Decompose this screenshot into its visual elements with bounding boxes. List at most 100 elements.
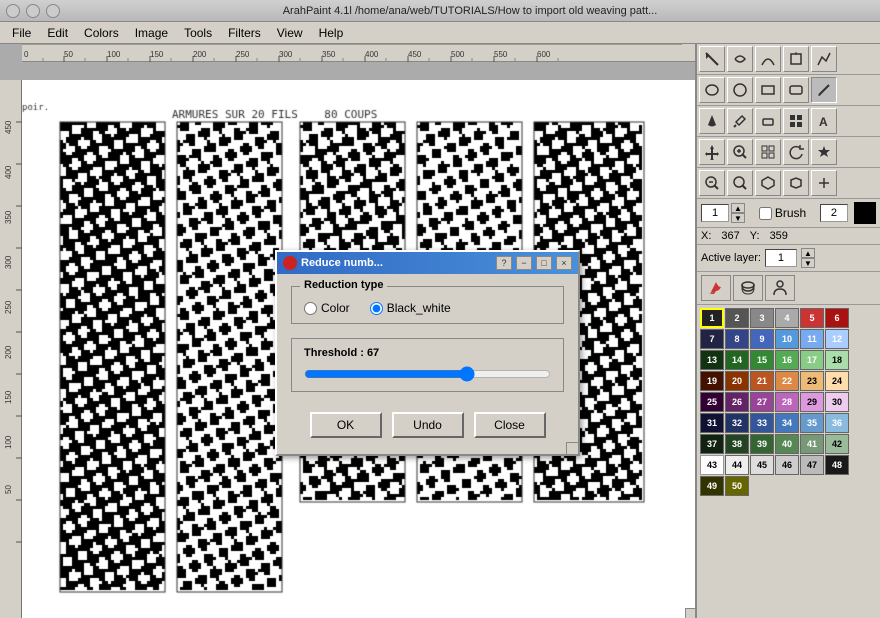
close-button[interactable]: Close: [474, 412, 546, 438]
color-cell-16[interactable]: 16: [775, 350, 799, 370]
menu-help[interactable]: Help: [311, 24, 352, 42]
color-cell-49[interactable]: 49: [700, 476, 724, 496]
color-cell-4[interactable]: 4: [775, 308, 799, 328]
color-cell-48[interactable]: 48: [825, 455, 849, 475]
color-cell-8[interactable]: 8: [725, 329, 749, 349]
color-cell-11[interactable]: 11: [800, 329, 824, 349]
color-cell-3[interactable]: 3: [750, 308, 774, 328]
black-white-radio[interactable]: [370, 302, 383, 315]
layer-paint-btn[interactable]: [701, 275, 731, 301]
color-radio[interactable]: [304, 302, 317, 315]
brush-size-input[interactable]: 1: [701, 204, 729, 222]
color-cell-33[interactable]: 33: [750, 413, 774, 433]
tool-transform[interactable]: [783, 46, 809, 72]
color-cell-17[interactable]: 17: [800, 350, 824, 370]
color-radio-option[interactable]: Color: [304, 301, 350, 315]
color-cell-43[interactable]: 43: [700, 455, 724, 475]
tool-grid[interactable]: [783, 108, 809, 134]
color-cell-29[interactable]: 29: [800, 392, 824, 412]
dialog-resize-handle[interactable]: [566, 442, 578, 454]
color-cell-37[interactable]: 37: [700, 434, 724, 454]
color-cell-14[interactable]: 14: [725, 350, 749, 370]
color-cell-5[interactable]: 5: [800, 308, 824, 328]
color-cell-2[interactable]: 2: [725, 308, 749, 328]
win-close-btn[interactable]: [6, 4, 20, 18]
threshold-slider[interactable]: [304, 365, 551, 383]
color-cell-35[interactable]: 35: [800, 413, 824, 433]
menu-file[interactable]: File: [4, 24, 39, 42]
win-max-btn[interactable]: [46, 4, 60, 18]
tool-curve[interactable]: [755, 46, 781, 72]
tool-hex[interactable]: [755, 170, 781, 196]
tool-ellipse[interactable]: [699, 77, 725, 103]
menu-tools[interactable]: Tools: [176, 24, 220, 42]
tool-fill[interactable]: [699, 108, 725, 134]
color-size-input[interactable]: 2: [820, 204, 848, 222]
menu-colors[interactable]: Colors: [76, 24, 127, 42]
tool-eraser[interactable]: [755, 108, 781, 134]
tool-rect[interactable]: [755, 77, 781, 103]
tool-extra2[interactable]: [811, 170, 837, 196]
color-cell-28[interactable]: 28: [775, 392, 799, 412]
color-cell-13[interactable]: 13: [700, 350, 724, 370]
tool-eyedrop[interactable]: [727, 108, 753, 134]
tool-rotate[interactable]: [783, 139, 809, 165]
tool-select[interactable]: [699, 46, 725, 72]
color-cell-18[interactable]: 18: [825, 350, 849, 370]
dialog-close-btn[interactable]: ×: [556, 256, 572, 270]
color-cell-6[interactable]: 6: [825, 308, 849, 328]
color-cell-40[interactable]: 40: [775, 434, 799, 454]
black-white-radio-option[interactable]: Black_white: [370, 301, 451, 315]
color-cell-47[interactable]: 47: [800, 455, 824, 475]
color-cell-19[interactable]: 19: [700, 371, 724, 391]
dialog-max-btn[interactable]: □: [536, 256, 552, 270]
ok-button[interactable]: OK: [310, 412, 382, 438]
menu-edit[interactable]: Edit: [39, 24, 76, 42]
color-cell-21[interactable]: 21: [750, 371, 774, 391]
color-cell-1[interactable]: 1: [700, 308, 724, 328]
color-cell-12[interactable]: 12: [825, 329, 849, 349]
color-cell-36[interactable]: 36: [825, 413, 849, 433]
layer-down-btn[interactable]: ▼: [801, 258, 815, 268]
brush-checkbox[interactable]: [759, 207, 772, 220]
color-cell-39[interactable]: 39: [750, 434, 774, 454]
size-down-btn[interactable]: ▼: [731, 213, 745, 223]
dialog-help-btn[interactable]: ?: [496, 256, 512, 270]
tool-rect2[interactable]: [783, 77, 809, 103]
color-cell-34[interactable]: 34: [775, 413, 799, 433]
undo-button[interactable]: Undo: [392, 412, 464, 438]
tool-path[interactable]: [811, 46, 837, 72]
color-cell-27[interactable]: 27: [750, 392, 774, 412]
color-cell-26[interactable]: 26: [725, 392, 749, 412]
color-cell-25[interactable]: 25: [700, 392, 724, 412]
tool-zoom-fit[interactable]: [727, 170, 753, 196]
color-cell-45[interactable]: 45: [750, 455, 774, 475]
tool-move[interactable]: [699, 139, 725, 165]
tool-circle[interactable]: [727, 77, 753, 103]
color-cell-24[interactable]: 24: [825, 371, 849, 391]
resize-handle[interactable]: [685, 608, 695, 618]
tool-lasso[interactable]: [727, 46, 753, 72]
color-cell-46[interactable]: 46: [775, 455, 799, 475]
color-cell-7[interactable]: 7: [700, 329, 724, 349]
layer-person-btn[interactable]: [765, 275, 795, 301]
color-cell-42[interactable]: 42: [825, 434, 849, 454]
tool-text[interactable]: A: [811, 108, 837, 134]
color-cell-15[interactable]: 15: [750, 350, 774, 370]
tool-extra1[interactable]: [783, 170, 809, 196]
menu-filters[interactable]: Filters: [220, 24, 269, 42]
color-cell-20[interactable]: 20: [725, 371, 749, 391]
color-cell-9[interactable]: 9: [750, 329, 774, 349]
color-cell-32[interactable]: 32: [725, 413, 749, 433]
tool-pencil[interactable]: [811, 77, 837, 103]
active-layer-input[interactable]: 1: [765, 249, 797, 267]
tool-zoom-in[interactable]: [727, 139, 753, 165]
color-cell-41[interactable]: 41: [800, 434, 824, 454]
layer-up-btn[interactable]: ▲: [801, 248, 815, 258]
menu-view[interactable]: View: [269, 24, 311, 42]
tool-zoom-out[interactable]: [699, 170, 725, 196]
color-cell-44[interactable]: 44: [725, 455, 749, 475]
color-cell-50[interactable]: 50: [725, 476, 749, 496]
tool-pattern[interactable]: [755, 139, 781, 165]
layer-stack-btn[interactable]: [733, 275, 763, 301]
